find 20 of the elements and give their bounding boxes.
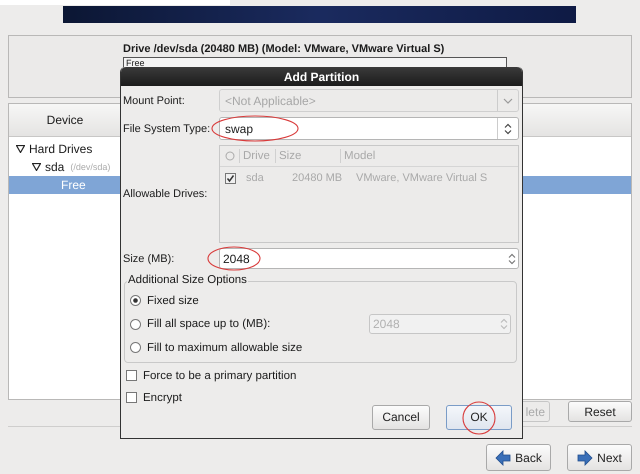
tree-label: sda [45,160,64,174]
field-label: File System Type: [123,122,212,134]
field-label: Allowable Drives: [123,188,208,200]
field-label: Size (MB): [123,252,176,264]
segment-label: Free [126,58,145,68]
frame-title: Additional Size Options [127,274,248,286]
option-label: Fill all space up to (MB): [147,318,270,330]
checkbox-label: Force to be a primary partition [143,370,296,382]
checkbox-label: Encrypt [143,392,182,404]
option-label: Fixed size [147,294,199,307]
device-path: (/dev/sda) [70,162,110,172]
option-label: Fill to maximum allowable size [147,342,302,354]
tree-label: Free [61,178,86,192]
table-cell-text: sda [246,172,265,184]
drive-title: Drive /dev/sda (20480 MB) (Model: VMware, VMware Virtual S) [123,43,446,55]
table-cell: VMware, VMware Virtual S [356,172,488,184]
dialog-title: Add Partition [121,67,522,86]
field-label: Mount Point: [123,94,186,106]
table-cell-text: 20480 MB [292,172,344,184]
tree-label: Hard Drives [29,142,92,156]
